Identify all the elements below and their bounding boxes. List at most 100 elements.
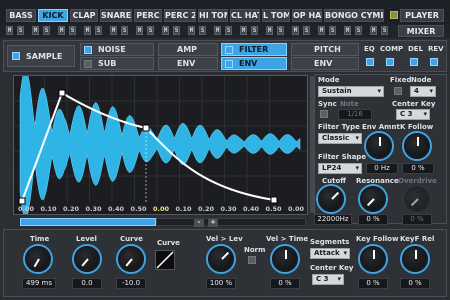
mute-button[interactable]: M: [188, 26, 195, 35]
tab-l-tom[interactable]: L TOM: [262, 9, 290, 22]
center-key-dropdown[interactable]: C 3: [396, 109, 430, 120]
key-follow-value[interactable]: 0 %: [402, 163, 434, 174]
tab-mixer[interactable]: MIXER: [398, 25, 444, 37]
resonance-label: Resonance: [356, 177, 399, 185]
mute-button[interactable]: M: [162, 26, 169, 35]
tab-kick[interactable]: KICK: [38, 9, 68, 22]
solo-button[interactable]: S: [69, 26, 76, 35]
pitch-env-button[interactable]: ENV: [291, 57, 359, 70]
env-amount-value[interactable]: 0 Hz: [366, 163, 398, 174]
solo-button[interactable]: S: [251, 26, 258, 35]
rev-toggle[interactable]: [430, 58, 438, 66]
solo-button[interactable]: S: [277, 26, 284, 35]
cutoff-knob[interactable]: [318, 186, 344, 212]
tab-snare[interactable]: SNARE: [100, 9, 132, 22]
amp-key-follow-knob[interactable]: [360, 246, 386, 272]
solo-button[interactable]: S: [381, 26, 388, 35]
solo-button[interactable]: S: [95, 26, 102, 35]
keyf-rel-knob[interactable]: [402, 246, 428, 272]
level-value[interactable]: 0.0: [72, 278, 102, 289]
filter-env-button[interactable]: ENV: [221, 57, 287, 70]
tab-bongo-cymbal[interactable]: BONGO CYMBAL: [324, 9, 384, 22]
mute-button[interactable]: M: [318, 26, 325, 35]
amp-env-button[interactable]: ENV: [158, 57, 218, 70]
overdrive-value[interactable]: 0 %: [402, 214, 432, 225]
filter-button[interactable]: FILTER: [221, 43, 287, 56]
curve-knob[interactable]: [118, 246, 144, 272]
filter-type-dropdown[interactable]: Classic: [318, 133, 362, 144]
node-dropdown[interactable]: 4: [410, 86, 436, 97]
key-follow-knob[interactable]: [404, 133, 430, 159]
mute-button[interactable]: M: [84, 26, 91, 35]
vel-lev-value[interactable]: 100 %: [206, 278, 236, 289]
filter-shape-dropdown[interactable]: LP24: [318, 163, 362, 174]
tab-hi-tom[interactable]: HI TOM: [198, 9, 228, 22]
mute-button[interactable]: M: [370, 26, 377, 35]
tab-perc[interactable]: PERC: [134, 9, 162, 22]
player-indicator[interactable]: [390, 11, 398, 19]
pitch-button[interactable]: PITCH: [291, 43, 359, 56]
keyf-rel-value[interactable]: 0 %: [400, 278, 430, 289]
segments-dropdown[interactable]: Attack: [310, 248, 350, 259]
sample-button[interactable]: SAMPLE: [7, 45, 75, 67]
tab-perc-2[interactable]: PERC 2: [164, 9, 196, 22]
tab-op-hat[interactable]: OP HAT: [292, 9, 322, 22]
env-amount-knob[interactable]: [366, 133, 392, 159]
solo-button[interactable]: S: [121, 26, 128, 35]
cutoff-value[interactable]: 22000Hz: [314, 214, 352, 225]
curve-value[interactable]: -10.0: [116, 278, 146, 289]
tab-cl-hat[interactable]: CL HAT: [230, 9, 260, 22]
mode-dropdown[interactable]: Sustain: [318, 86, 384, 97]
tab-clap[interactable]: CLAP: [70, 9, 98, 22]
mute-button[interactable]: M: [344, 26, 351, 35]
velocity-level-knob[interactable]: [208, 246, 234, 272]
mute-button[interactable]: M: [32, 26, 39, 35]
level-knob[interactable]: [74, 246, 100, 272]
resonance-knob[interactable]: [360, 186, 386, 212]
envelope-svg[interactable]: 0.00 0.10 0.20 0.30 0.40 0.50 0.00 0.10 0.20 0.30…: [14, 69, 307, 219]
solo-button[interactable]: S: [355, 26, 362, 35]
velocity-time-knob[interactable]: [272, 246, 298, 272]
tab-bass[interactable]: BASS: [6, 9, 36, 22]
key-follow-bottom-value[interactable]: 0 %: [358, 278, 388, 289]
bottom-center-key-dropdown[interactable]: C 3: [312, 274, 344, 285]
tab-player[interactable]: PLAYER: [400, 9, 444, 22]
solo-button[interactable]: S: [43, 26, 50, 35]
time-knob[interactable]: [25, 246, 51, 272]
comp-toggle[interactable]: [386, 58, 394, 66]
sub-button[interactable]: SUB: [80, 57, 154, 70]
solo-button[interactable]: S: [199, 26, 206, 35]
curve-shape-button[interactable]: [155, 250, 175, 270]
solo-button[interactable]: S: [329, 26, 336, 35]
mute-button[interactable]: M: [136, 26, 143, 35]
solo-button[interactable]: S: [173, 26, 180, 35]
sync-checkbox[interactable]: [320, 110, 328, 118]
vel-time-value[interactable]: 0 %: [270, 278, 300, 289]
zoom-out-button[interactable]: -: [194, 219, 204, 227]
norm-checkbox[interactable]: [248, 256, 256, 264]
solo-button[interactable]: S: [225, 26, 232, 35]
overdrive-knob[interactable]: [404, 186, 430, 212]
fixed-checkbox[interactable]: [394, 87, 402, 95]
zoom-in-button[interactable]: +: [208, 219, 218, 227]
solo-button[interactable]: S: [303, 26, 310, 35]
eq-toggle[interactable]: [366, 58, 374, 66]
mute-button[interactable]: M: [110, 26, 117, 35]
solo-button[interactable]: S: [147, 26, 154, 35]
resonance-value[interactable]: 0 %: [358, 214, 388, 225]
amp-button[interactable]: AMP: [158, 43, 218, 56]
mute-button[interactable]: M: [58, 26, 65, 35]
mute-button[interactable]: M: [292, 26, 299, 35]
solo-button[interactable]: S: [17, 26, 24, 35]
mute-button[interactable]: M: [266, 26, 273, 35]
mute-button[interactable]: M: [6, 26, 13, 35]
noise-button[interactable]: NOISE: [80, 43, 154, 56]
envelope-graph[interactable]: 0.00 0.10 0.20 0.30 0.40 0.50 0.00 0.10 0.20 0.30…: [13, 69, 308, 219]
mute-button[interactable]: M: [214, 26, 221, 35]
graph-horizontal-scrollbar[interactable]: [20, 218, 156, 226]
time-value[interactable]: 499 ms: [22, 278, 56, 289]
graph-scroll-track[interactable]: [156, 218, 306, 226]
sync-rate-field[interactable]: 1/16: [338, 109, 372, 120]
del-toggle[interactable]: [410, 58, 418, 66]
mute-button[interactable]: M: [240, 26, 247, 35]
